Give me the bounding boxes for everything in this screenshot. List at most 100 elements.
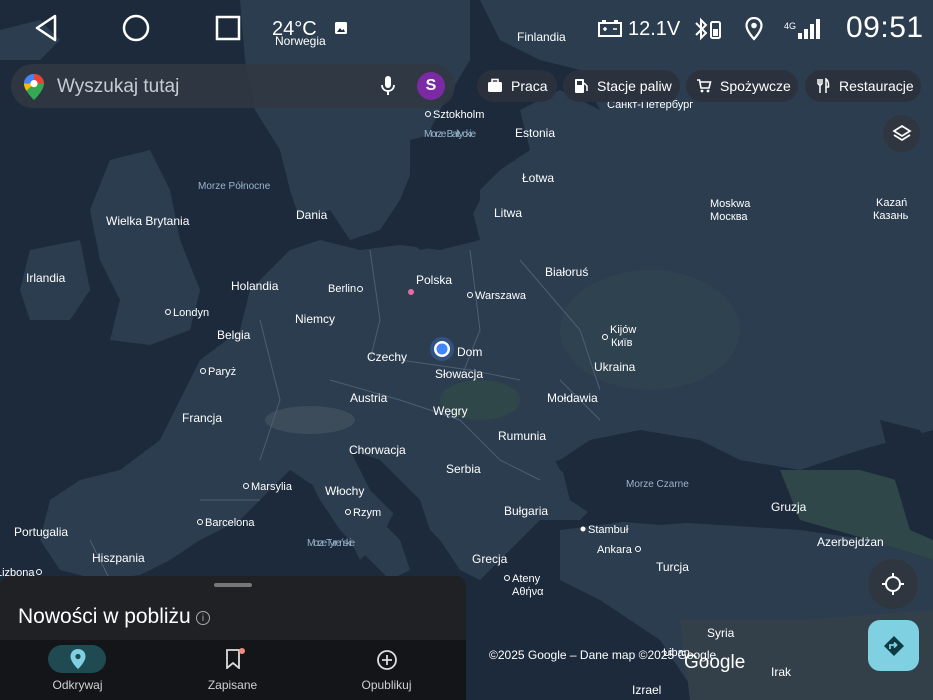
label-kazan-ru: Казань (873, 210, 909, 222)
label-ankara: Ankara (597, 544, 633, 556)
bluetooth-battery-icon (693, 15, 723, 43)
label-wlochy: Włochy (325, 484, 364, 498)
label-kazan: Kazań (876, 197, 907, 209)
bookmark-icon (225, 649, 240, 669)
search-bar[interactable]: Wyszukaj tutaj S (11, 64, 455, 108)
label-morze-tyrrenskie: Morze Tyrreńskie (307, 538, 355, 549)
recents-icon[interactable] (212, 12, 244, 44)
account-avatar[interactable]: S (417, 72, 445, 100)
label-holandia: Holandia (231, 279, 279, 293)
shopping-cart-icon (697, 79, 712, 93)
back-icon[interactable] (30, 12, 62, 44)
location-status-icon (744, 16, 764, 42)
label-litwa: Litwa (494, 206, 522, 220)
nav-odkrywaj[interactable]: Odkrywaj (0, 640, 155, 700)
layers-button[interactable] (883, 115, 920, 152)
label-morze-baltyckie: Morze Bałtyckie (424, 129, 476, 140)
microphone-icon[interactable] (381, 76, 395, 101)
label-dania: Dania (296, 208, 328, 222)
label-wegry: Węgry (433, 404, 468, 418)
label-grecja: Grecja (472, 552, 508, 566)
label-barcelona: Barcelona (205, 517, 255, 529)
chip-spozywcze[interactable]: Spożywcze (686, 70, 798, 102)
ukraine-shade (560, 270, 740, 390)
label-sztokholm: Sztokholm (433, 109, 484, 121)
info-icon[interactable]: i (196, 611, 210, 625)
label-azerbejdzan: Azerbejdżan (817, 535, 884, 549)
google-logo: Google (684, 652, 746, 673)
label-polska: Polska (416, 273, 452, 287)
label-moskwa: Moskwa (710, 198, 751, 210)
label-stambul: Stambuł (588, 524, 629, 536)
label-belgia: Belgia (217, 328, 251, 342)
drag-handle[interactable] (214, 583, 252, 587)
label-irak: Irak (771, 665, 792, 679)
label-serbia: Serbia (446, 462, 481, 476)
label-slowacja: Słowacja (435, 367, 483, 381)
nav-zapisane[interactable]: Zapisane (155, 640, 310, 700)
temperature-text: 24°C (272, 17, 317, 40)
signal-strength-icon: 4G (784, 16, 824, 42)
nav-opublikuj[interactable]: Opublikuj (309, 640, 464, 700)
label-estonia: Estonia (515, 126, 555, 140)
label-izrael: Izrael (632, 683, 661, 697)
label-wielka-brytania: Wielka Brytania (106, 214, 190, 228)
label-morze-polnocne: Morze Północne (198, 181, 271, 192)
label-turcja: Turcja (656, 560, 689, 574)
label-paryz: Paryż (208, 366, 236, 378)
label-portugalia: Portugalia (14, 525, 68, 539)
chip-label: Restauracje (839, 78, 914, 94)
layers-icon (891, 124, 912, 141)
label-hiszpania: Hiszpania (92, 551, 145, 565)
label-niemcy: Niemcy (295, 312, 335, 326)
label-londyn: Londyn (173, 307, 209, 319)
label-moskwa-ru: Москва (710, 211, 748, 223)
car-battery-icon (598, 16, 622, 40)
nav-label: Opublikuj (361, 678, 412, 692)
crosshair-icon (882, 573, 904, 595)
label-kijow: Kijów (610, 324, 636, 336)
label-czechy: Czechy (367, 350, 407, 364)
image-notification-icon (333, 20, 348, 35)
label-rzym: Rzym (353, 507, 381, 519)
label-chorwacja: Chorwacja (349, 443, 406, 457)
label-ateny-gr: Αθήνα (512, 586, 544, 598)
directions-button[interactable] (868, 620, 919, 671)
chip-praca[interactable]: Praca (477, 70, 557, 102)
fork-knife-icon (817, 78, 830, 93)
label-gruzja: Gruzja (771, 500, 807, 514)
alps-shade (265, 406, 355, 434)
notification-dot (239, 648, 245, 654)
label-morze-czarne: Morze Czarne (626, 479, 689, 490)
search-input[interactable]: Wyszukaj tutaj (57, 76, 179, 98)
label-bialorus: Białoruś (545, 265, 588, 279)
gas-station-icon (575, 79, 588, 93)
saved-place-marker[interactable] (408, 289, 414, 295)
clock: 09:51 (846, 11, 924, 44)
chip-restauracje[interactable]: Restauracje (805, 70, 921, 102)
label-lotwa: Łotwa (522, 171, 554, 185)
map-attribution: ©2025 Google – Dane map ©2025 Google (489, 648, 717, 662)
label-ateny: Ateny (512, 573, 541, 585)
svg-text:4G: 4G (784, 21, 796, 31)
label-marsylia: Marsylia (251, 481, 293, 493)
maps-logo-icon (24, 74, 44, 105)
label-bulgaria: Bułgaria (504, 504, 548, 518)
label-dom: Dom (457, 345, 482, 359)
label-austria: Austria (350, 391, 388, 405)
voltage-text: 12.1V (628, 17, 681, 40)
current-location-marker[interactable] (430, 337, 454, 361)
nearby-title: Nowości w pobliżu (18, 605, 191, 628)
my-location-button[interactable] (868, 559, 918, 609)
chip-stacje-paliw[interactable]: Stacje paliw (563, 70, 680, 102)
home-icon[interactable] (120, 12, 152, 44)
chip-label: Praca (511, 78, 548, 94)
chip-label: Stacje paliw (597, 78, 672, 94)
bottom-navigation: Odkrywaj Zapisane Opublikuj (0, 640, 466, 700)
status-bar: 24°C 12.1V 4G 09:51 (0, 0, 933, 56)
directions-icon (883, 635, 904, 656)
pin-icon (70, 649, 85, 669)
nav-label: Odkrywaj (52, 678, 103, 692)
nav-label: Zapisane (207, 678, 258, 692)
label-ukraina: Ukraina (594, 360, 636, 374)
